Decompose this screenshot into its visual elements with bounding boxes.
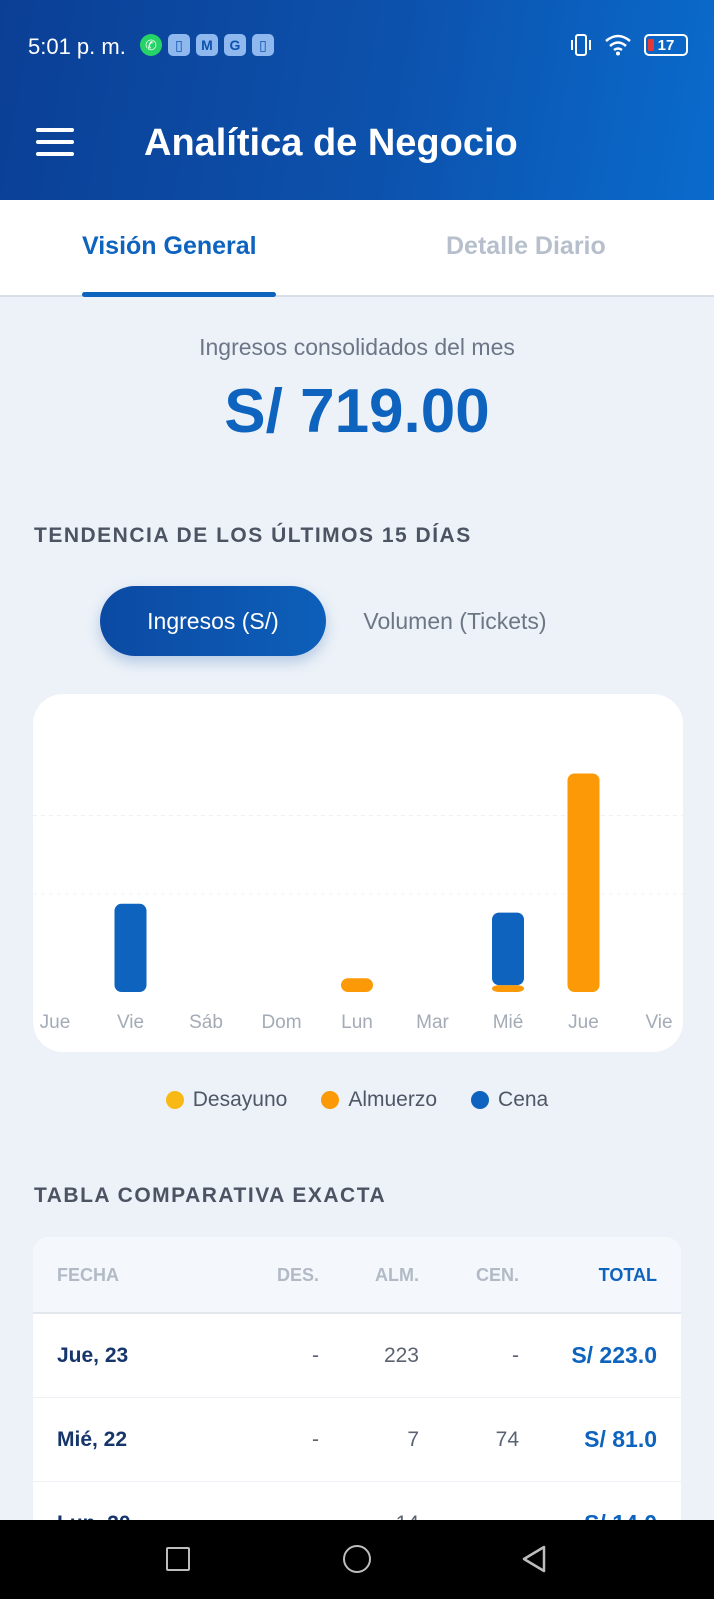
header-fecha: FECHA (57, 1265, 119, 1285)
tab-indicator (82, 292, 276, 297)
tab-bar: Visión General Detalle Diario (0, 200, 714, 297)
summary-label: Ingresos consolidados del mes (199, 334, 515, 360)
back-triangle-icon[interactable] (520, 1544, 548, 1574)
gmail-icon: M (196, 34, 218, 56)
cell-alm: 223 (383, 1344, 419, 1367)
chart-card: Jue Vie Sáb Dom Lun Mar Mié Jue Vie (33, 694, 683, 1052)
clipboard-icon: ▯ (252, 34, 274, 56)
app-bar: 5:01 p. m. ✆ ▯ M G ▯ 17 Analítica de Neg… (0, 0, 714, 200)
cell-fecha: Jue, 23 (57, 1344, 129, 1367)
hamburger-icon[interactable] (36, 128, 76, 156)
status-time: 5:01 p. m. (28, 34, 126, 59)
legend-label: Cena (498, 1088, 549, 1111)
legend-dot (471, 1091, 490, 1109)
x-tick-label: Mié (493, 1012, 524, 1033)
toggle-volumen-button[interactable]: Volumen (Tickets) (330, 586, 580, 656)
table-header: FECHA DES. ALM. CEN. TOTAL (33, 1237, 681, 1314)
legend-item-cena: Cena (471, 1088, 548, 1112)
table-row[interactable]: Mié, 22 - 7 74 S/ 81.0 (33, 1398, 681, 1482)
bar-cena-6[interactable] (492, 912, 524, 986)
header-cen: CEN. (475, 1265, 519, 1285)
header-total: TOTAL (598, 1265, 657, 1285)
cell-des: - (312, 1428, 319, 1451)
x-tick-label: Mar (416, 1012, 449, 1033)
cell-des: - (312, 1344, 319, 1367)
bar-almuerzo-7[interactable] (567, 773, 600, 992)
legend-label: Desayuno (192, 1088, 288, 1111)
recents-square-icon[interactable] (166, 1547, 190, 1571)
notification-icons: ✆ ▯ M G ▯ (140, 34, 274, 56)
stacked-bar-chart: Jue Vie Sáb Dom Lun Mar Mié Jue Vie (33, 773, 683, 1033)
tab-vision-general[interactable]: Visión General (82, 232, 257, 261)
cell-cen: - (512, 1344, 519, 1367)
bar-almuerzo-6[interactable] (492, 985, 524, 992)
battery-level: 17 (657, 36, 675, 54)
cell-total: S/ 223.0 (571, 1342, 657, 1368)
cell-alm: 7 (407, 1428, 419, 1451)
x-tick-label: Lun (341, 1012, 373, 1033)
summary-value: S/ 719.00 (224, 377, 490, 446)
metric-toggle: Ingresos (S/) Volumen (Tickets) (100, 586, 620, 656)
cell-total: S/ 81.0 (584, 1426, 657, 1452)
table-section-title: TABLA COMPARATIVA EXACTA (34, 1184, 387, 1207)
header-alm: ALM. (375, 1265, 419, 1285)
x-tick-label: Vie (645, 1012, 672, 1033)
tab-detalle-diario[interactable]: Detalle Diario (446, 232, 606, 261)
legend-dot (165, 1091, 184, 1109)
x-tick-label: Jue (40, 1012, 71, 1033)
cell-cen: 74 (495, 1428, 519, 1451)
legend-dot (321, 1091, 340, 1109)
x-tick-label: Jue (568, 1012, 599, 1033)
legend-item-almuerzo: Almuerzo (321, 1088, 437, 1112)
wifi-icon (605, 34, 631, 56)
toggle-ingresos-button[interactable]: Ingresos (S/) (100, 586, 326, 656)
clipboard-icon: ▯ (168, 34, 190, 56)
bar-cena-1[interactable] (114, 903, 147, 992)
vibrate-icon (571, 34, 591, 56)
x-tick-label: Vie (117, 1012, 144, 1033)
page-title: Analítica de Negocio (144, 122, 518, 164)
x-tick-label: Dom (261, 1012, 301, 1033)
home-circle-icon[interactable] (343, 1545, 371, 1573)
header-des: DES. (276, 1265, 319, 1285)
legend-label: Almuerzo (348, 1088, 438, 1111)
x-tick-label: Sáb (189, 1012, 223, 1033)
cell-fecha: Mié, 22 (57, 1428, 128, 1451)
table-row[interactable]: Jue, 23 - 223 - S/ 223.0 (33, 1314, 681, 1398)
chart-legend: Desayuno Almuerzo Cena (0, 1088, 714, 1112)
legend-item-desayuno: Desayuno (165, 1088, 288, 1112)
whatsapp-icon: ✆ (140, 34, 162, 56)
status-indicators: 17 (570, 32, 688, 58)
battery-icon: 17 (644, 34, 688, 56)
bar-almuerzo-4[interactable] (341, 978, 373, 992)
system-nav-bar (0, 1520, 714, 1599)
google-icon: G (224, 34, 246, 56)
trend-section-title: TENDENCIA DE LOS ÚLTIMOS 15 DÍAS (34, 524, 472, 547)
